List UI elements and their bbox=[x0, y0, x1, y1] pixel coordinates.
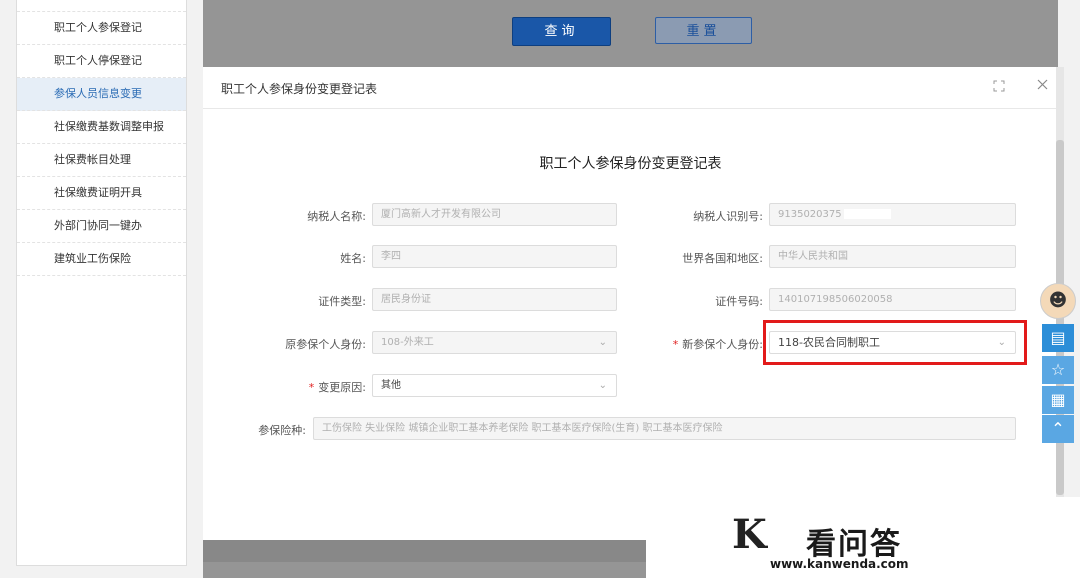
sidebar-top-divider bbox=[17, 0, 186, 12]
change-reason-value: 其他 bbox=[381, 380, 401, 391]
reset-button[interactable]: 重置 bbox=[655, 17, 752, 44]
modal-title: 职工个人参保身份变更登记表 bbox=[221, 82, 378, 96]
old-identity-label: 原参保个人身份: bbox=[285, 338, 366, 351]
country-field: 中华人民共和国 bbox=[769, 245, 1016, 268]
watermark-logo: K bbox=[732, 511, 767, 558]
old-identity-value: 108-外来工 bbox=[381, 337, 434, 348]
sidebar-item-construction-injury[interactable]: 建筑业工伤保险 bbox=[17, 243, 186, 276]
id-type-label: 证件类型: bbox=[318, 295, 366, 308]
taxpayer-name-field: 厦门高新人才开发有限公司 bbox=[372, 203, 617, 226]
change-reason-select[interactable]: 其他 ⌄ bbox=[372, 374, 617, 397]
close-icon[interactable] bbox=[1037, 78, 1051, 92]
chevron-down-icon: ⌄ bbox=[598, 337, 607, 348]
calculator-icon[interactable]: ▦ bbox=[1042, 386, 1074, 414]
sidebar-item-certificate[interactable]: 社保缴费证明开具 bbox=[17, 177, 186, 210]
sidebar-item-info-change[interactable]: 参保人员信息变更 bbox=[17, 78, 186, 111]
name-field: 李四 bbox=[372, 245, 617, 268]
form-title: 职工个人参保身份变更登记表 bbox=[539, 156, 722, 172]
taxpayer-id-value: 9135020375 bbox=[778, 209, 842, 220]
form-icon[interactable]: ▤ bbox=[1042, 324, 1074, 352]
country-label: 世界各国和地区: bbox=[682, 252, 763, 265]
redaction-mask bbox=[843, 209, 891, 219]
star-icon[interactable]: ☆ bbox=[1042, 356, 1074, 384]
sidebar-item-employee-stop[interactable]: 职工个人停保登记 bbox=[17, 45, 186, 78]
modal-header: 职工个人参保身份变更登记表 bbox=[203, 67, 1058, 109]
name-label: 姓名: bbox=[340, 252, 366, 265]
taxpayer-id-field: 9135020375 bbox=[769, 203, 1016, 226]
expand-icon[interactable] bbox=[993, 80, 1007, 94]
chevron-down-icon: ⌄ bbox=[598, 380, 607, 391]
new-identity-label: * 新参保个人身份: bbox=[643, 336, 763, 352]
sidebar-item-cross-department[interactable]: 外部门协同一键办 bbox=[17, 210, 186, 243]
watermark: K 看问答 www.kanwenda.com bbox=[646, 497, 1080, 578]
chevron-up-icon[interactable]: ⌃ bbox=[1042, 415, 1074, 443]
insurance-types-label: 参保险种: bbox=[258, 424, 306, 437]
id-type-field: 居民身份证 bbox=[372, 288, 617, 311]
change-reason-label-text: 变更原因: bbox=[318, 381, 366, 394]
highlight-box bbox=[763, 320, 1027, 365]
watermark-url: www.kanwenda.com bbox=[770, 557, 909, 571]
sidebar: 职工个人参保登记 职工个人停保登记 参保人员信息变更 社保缴费基数调整申报 社保… bbox=[16, 0, 187, 566]
required-mark: * bbox=[308, 381, 315, 394]
query-button[interactable]: 查询 bbox=[512, 17, 611, 46]
sidebar-item-employee-register[interactable]: 职工个人参保登记 bbox=[17, 12, 186, 45]
new-identity-label-text: 新参保个人身份: bbox=[682, 338, 763, 351]
taxpayer-id-label: 纳税人识别号: bbox=[693, 210, 763, 223]
taxpayer-name-label: 纳税人名称: bbox=[307, 210, 366, 223]
old-identity-select: 108-外来工 ⌄ bbox=[372, 331, 617, 354]
sidebar-item-account-process[interactable]: 社保费帐目处理 bbox=[17, 144, 186, 177]
sidebar-item-base-adjust[interactable]: 社保缴费基数调整申报 bbox=[17, 111, 186, 144]
change-reason-label: * 变更原因: bbox=[253, 379, 366, 395]
id-number-field: 140107198506020058 bbox=[769, 288, 1016, 311]
id-number-label: 证件号码: bbox=[715, 295, 763, 308]
assistant-avatar-icon[interactable]: ☻ bbox=[1040, 283, 1076, 319]
modal-dialog: 职工个人参保身份变更登记表 职工个人参保身份变更登记表 纳税人名称: 厦门高新人… bbox=[203, 67, 1058, 540]
insurance-types-field: 工伤保险 失业保险 城镇企业职工基本养老保险 职工基本医疗保险(生育) 职工基本… bbox=[313, 417, 1016, 440]
required-mark: * bbox=[672, 338, 679, 351]
